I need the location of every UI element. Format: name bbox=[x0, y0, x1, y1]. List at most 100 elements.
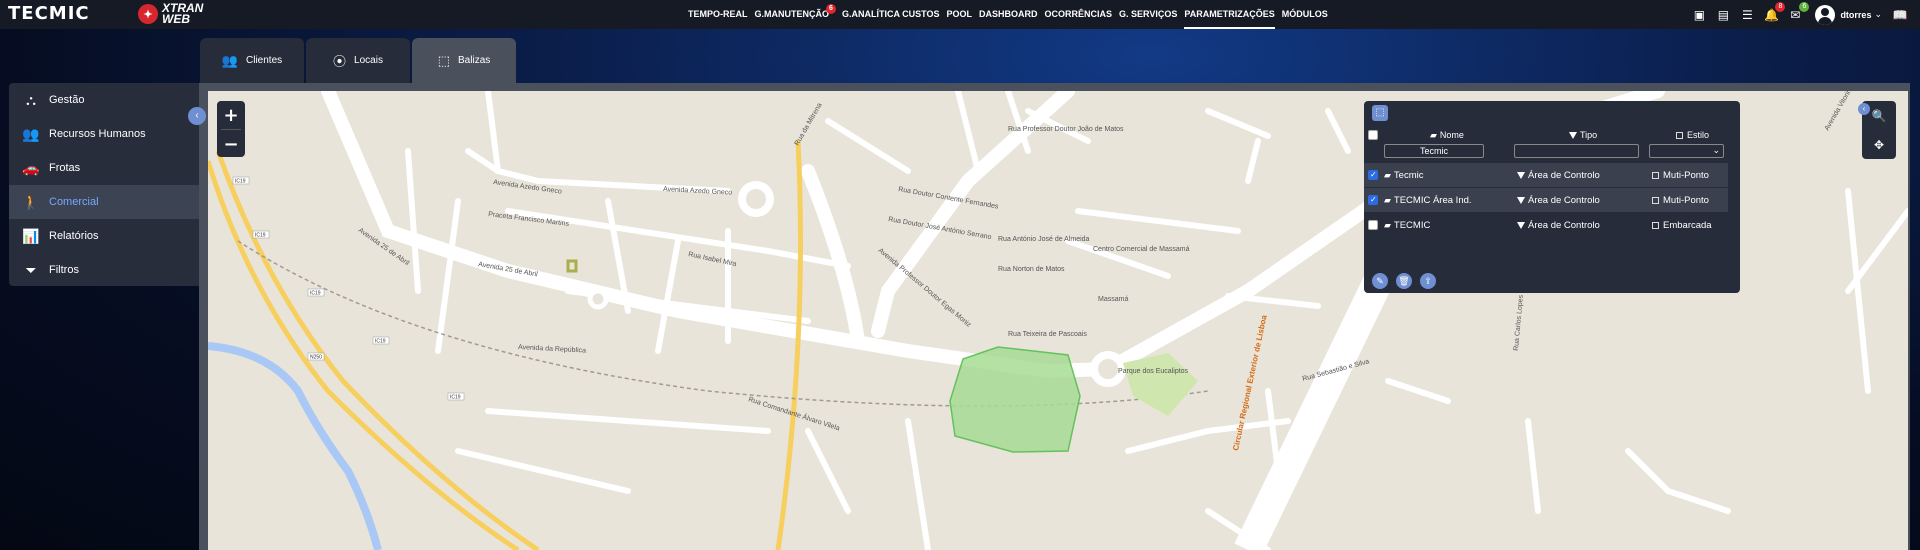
nav-ocorrencias[interactable]: OCORRÊNCIAS bbox=[1045, 0, 1113, 29]
delete-button[interactable]: 🗑 bbox=[1396, 273, 1412, 289]
avatar bbox=[1815, 4, 1836, 25]
location-pin-icon: ⦿ bbox=[333, 54, 347, 69]
move-icon[interactable]: ✥ bbox=[1874, 138, 1884, 152]
square-icon bbox=[1652, 221, 1659, 229]
filter-icon bbox=[1569, 132, 1577, 140]
messages-count-badge: 6 bbox=[1799, 1, 1810, 12]
square-icon bbox=[1676, 132, 1683, 140]
map-street-label: Avenida Azedo Gneco bbox=[663, 186, 733, 197]
tecmic-logo[interactable]: TECMIC bbox=[8, 5, 90, 23]
mail-icon[interactable]: ✉ 6 bbox=[1787, 1, 1810, 23]
road-shield: IC19 bbox=[310, 291, 321, 297]
sidebar-item-filtros[interactable]: ⏷ Filtros bbox=[9, 253, 199, 287]
map-place-label: Centro Comercial de Massamá bbox=[1093, 246, 1190, 253]
road-shield: N250 bbox=[310, 355, 322, 361]
road-shield: IC19 bbox=[235, 179, 246, 185]
map-street-label: Rua Teixeira de Pascoais bbox=[1008, 331, 1087, 338]
chevron-down-icon: ⌄ bbox=[1712, 145, 1720, 155]
book-icon[interactable]: 📖 bbox=[1892, 7, 1908, 23]
row-checkbox[interactable] bbox=[1368, 195, 1378, 205]
nav-dashboard[interactable]: DASHBOARD bbox=[979, 0, 1038, 29]
tab-locais[interactable]: ⦿ Locais bbox=[306, 38, 410, 83]
cars-icon: 🚗 bbox=[22, 159, 40, 176]
map-place-label: Parque dos Eucaliptos bbox=[1118, 368, 1189, 375]
nav-servicos[interactable]: G. SERVIÇOS bbox=[1119, 0, 1177, 29]
edit-button[interactable]: ✎ bbox=[1372, 273, 1388, 289]
estilo-filter-select[interactable]: ⌄ bbox=[1649, 144, 1724, 158]
section-tabs: 👥 Clientes ⦿ Locais ⬚ Balizas bbox=[200, 38, 518, 83]
file-export-icon: ⇪ bbox=[1424, 276, 1432, 286]
sidebar-item-relatorios[interactable]: 📊 Relatórios bbox=[9, 219, 199, 253]
nav-manutencao[interactable]: G.MANUTENÇÃO 6 bbox=[755, 0, 836, 29]
filter-icon bbox=[1517, 221, 1525, 229]
panel-icon[interactable]: ⬚ bbox=[1372, 105, 1388, 121]
main-nav: TEMPO-REAL G.MANUTENÇÃO 6 G.ANALÍTICA CUS… bbox=[688, 0, 1335, 29]
nav-parametrizacoes[interactable]: PARAMETRIZAÇÕES bbox=[1184, 0, 1275, 29]
filter-gear-icon: ⏷ bbox=[25, 261, 37, 278]
chevron-left-icon: ‹ bbox=[195, 110, 199, 121]
sliders-icon[interactable]: ☰ bbox=[1739, 7, 1755, 23]
panel-header: ▰ Nome Tipo Estilo bbox=[1364, 128, 1740, 142]
tab-clientes[interactable]: 👥 Clientes bbox=[200, 38, 304, 83]
xtran-web-logo[interactable]: ✦ XTRAN WEB bbox=[138, 2, 203, 25]
report-icon: 📊 bbox=[22, 227, 40, 244]
panel-footer: ✎ 🗑 ⇪ bbox=[1372, 273, 1444, 289]
sidebar-item-recursos-humanos[interactable]: 👥 Recursos Humanos bbox=[9, 117, 199, 151]
table-row[interactable]: ▰Tecmic Área de Controlo Muti-Ponto bbox=[1364, 163, 1728, 187]
nav-analitica-custos[interactable]: G.ANALÍTICA CUSTOS bbox=[842, 0, 940, 29]
chevron-down-icon: ⌄ bbox=[1874, 9, 1882, 19]
user-menu[interactable]: dtorres ⌄ bbox=[1815, 4, 1882, 25]
square-dashed-icon: ⬚ bbox=[437, 52, 451, 68]
chevron-left-icon: ‹ bbox=[1862, 104, 1866, 113]
tab-balizas[interactable]: ⬚ Balizas bbox=[412, 38, 516, 83]
column-header-tipo[interactable]: Tipo bbox=[1580, 130, 1597, 140]
panel-collapse-button[interactable]: ‹ bbox=[1858, 103, 1870, 115]
folder-edit-icon: ▰ bbox=[1384, 195, 1391, 205]
document-icon[interactable]: ▤ bbox=[1715, 7, 1731, 23]
xtran-badge-icon: ✦ bbox=[138, 4, 158, 24]
table-row[interactable]: ▰TECMIC Área Ind. Área de Controlo Muti-… bbox=[1364, 188, 1728, 212]
column-header-nome[interactable]: Nome bbox=[1440, 130, 1464, 140]
sidebar-item-gestao[interactable]: ⛬ Gestão bbox=[9, 83, 199, 117]
map-street-label: Avenida da República bbox=[518, 344, 586, 355]
filter-icon bbox=[1517, 171, 1525, 179]
select-all-checkbox[interactable] bbox=[1368, 130, 1378, 140]
people-icon: 👥 bbox=[22, 125, 40, 142]
sidebar-collapse-button[interactable]: ‹ bbox=[188, 107, 206, 125]
document-settings-icon[interactable]: ▣ bbox=[1691, 7, 1707, 23]
nav-modulos[interactable]: MÓDULOS bbox=[1282, 0, 1328, 29]
export-button[interactable]: ⇪ bbox=[1420, 273, 1436, 289]
road-shield: IC19 bbox=[255, 233, 266, 239]
sidebar: ⛬ Gestão 👥 Recursos Humanos 🚗 Frotas 🚶 Comer… bbox=[9, 83, 199, 286]
users-icon: 👥 bbox=[221, 52, 239, 68]
header-actions: ▣ ▤ ☰ 🔔 8 ✉ 6 dtorres ⌄ 📖 bbox=[1683, 0, 1908, 29]
road-shield: IC19 bbox=[375, 339, 386, 345]
zoom-out-button[interactable]: − bbox=[217, 130, 245, 158]
search-icon[interactable]: 🔍 bbox=[1872, 109, 1887, 123]
sidebar-item-comercial[interactable]: 🚶 Comercial bbox=[9, 185, 199, 219]
alerts-count-badge: 8 bbox=[1775, 1, 1786, 12]
map-street-label: Rua Professor Doutor João de Matos bbox=[1008, 126, 1124, 133]
column-header-estilo[interactable]: Estilo bbox=[1687, 130, 1709, 140]
map-highway-label: Circular Regional Exterior de Lisboa bbox=[1231, 314, 1269, 452]
zoom-control: + − bbox=[217, 101, 245, 157]
bell-icon[interactable]: 🔔 8 bbox=[1763, 1, 1786, 23]
nav-tempo-real[interactable]: TEMPO-REAL bbox=[688, 0, 748, 29]
sidebar-item-frotas[interactable]: 🚗 Frotas bbox=[9, 151, 199, 185]
map-place-label: Massamá bbox=[1098, 296, 1128, 303]
table-row[interactable]: ▰ TECMIC Área de Controlo Embarcada bbox=[1364, 213, 1728, 237]
map[interactable]: Avenida Azedo Gneco Avenida Azedo Gneco … bbox=[208, 91, 1908, 550]
tipo-filter-input[interactable] bbox=[1514, 144, 1639, 158]
zoom-in-button[interactable]: + bbox=[217, 101, 245, 129]
map-street-label: Rua Carlos Lopes bbox=[1513, 294, 1525, 351]
username: dtorres bbox=[1840, 9, 1872, 20]
row-checkbox[interactable] bbox=[1368, 220, 1378, 230]
trash-icon: 🗑 bbox=[1398, 276, 1410, 286]
square-icon bbox=[1652, 171, 1659, 179]
road-shield: IC19 bbox=[450, 395, 461, 401]
folder-edit-icon: ▰ bbox=[1384, 220, 1391, 230]
row-checkbox[interactable] bbox=[1368, 170, 1378, 180]
nome-filter-input[interactable] bbox=[1384, 144, 1484, 158]
nav-pool[interactable]: POOL bbox=[947, 0, 973, 29]
hierarchy-icon: ⛬ bbox=[26, 91, 36, 108]
